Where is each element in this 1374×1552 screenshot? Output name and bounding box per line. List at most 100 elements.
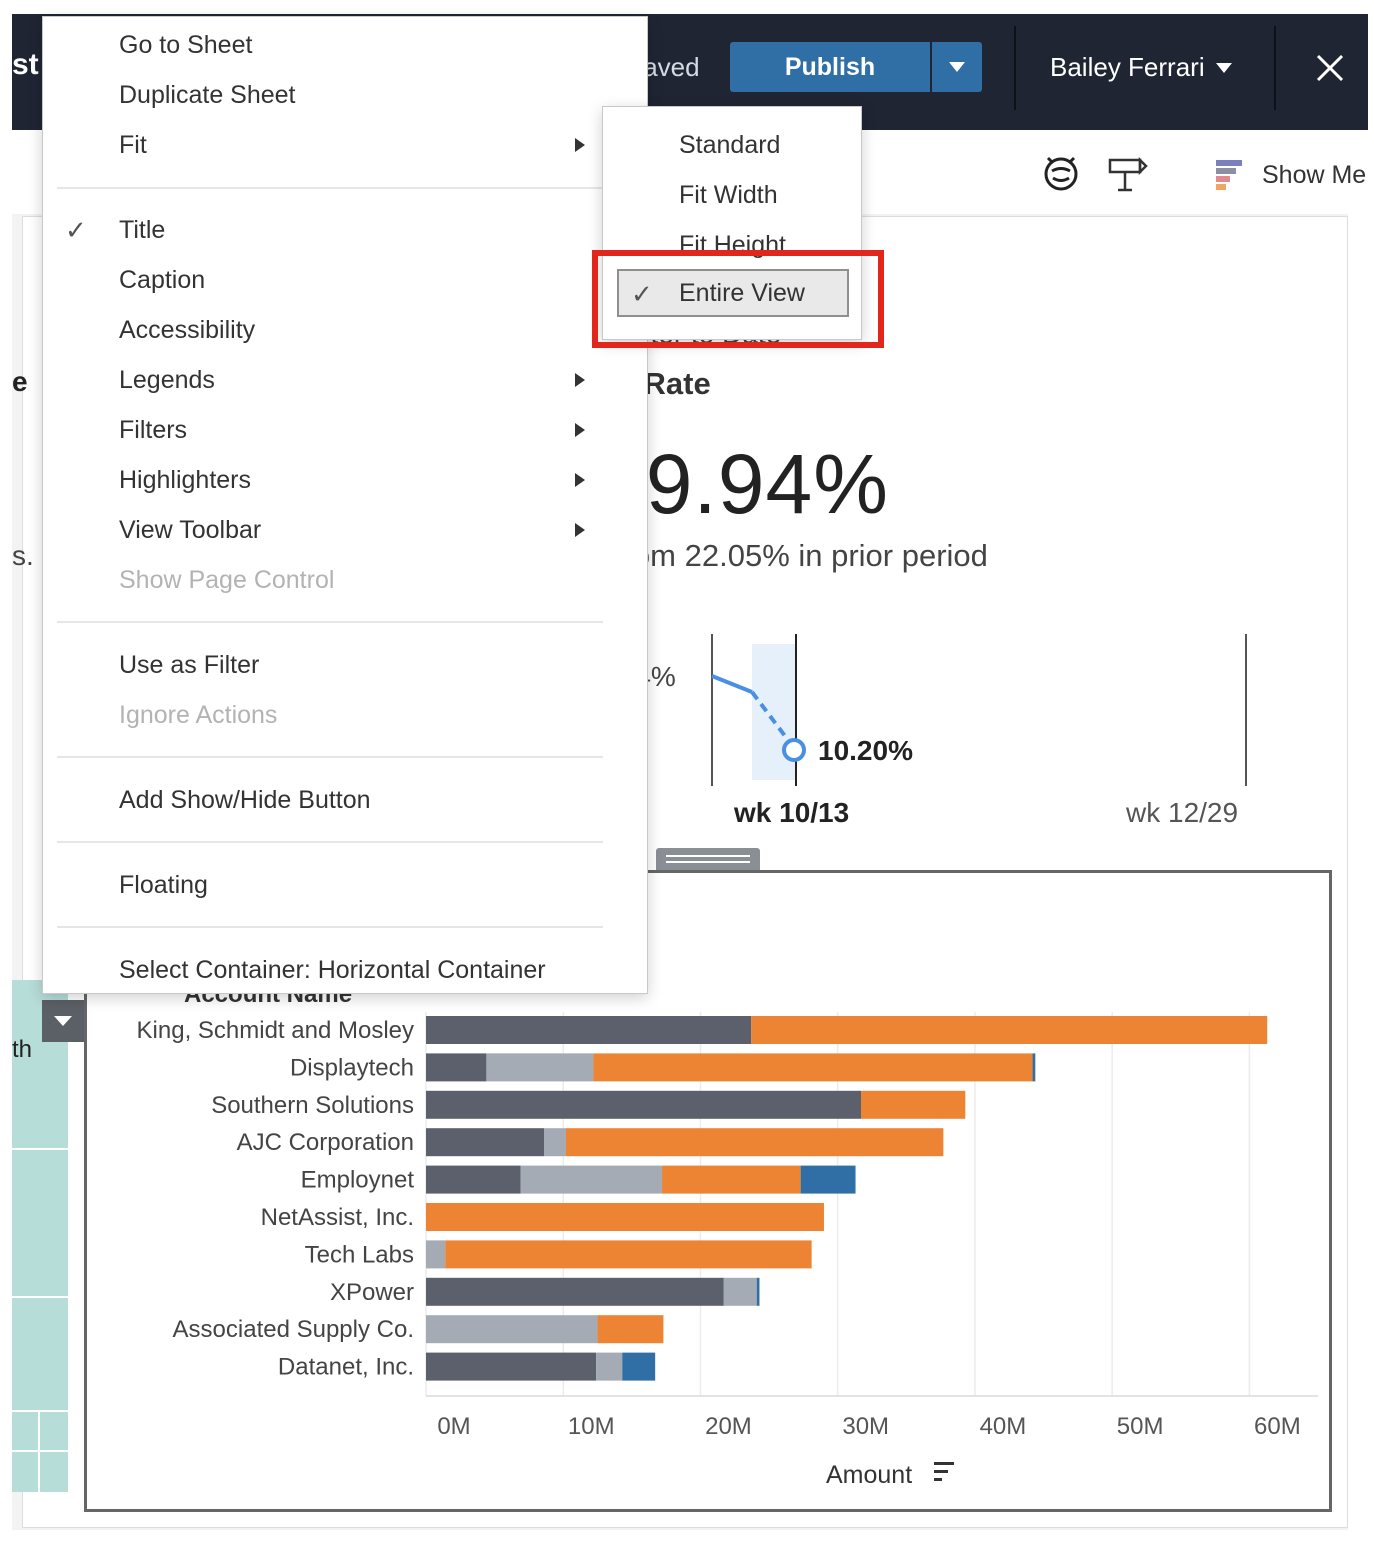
- category-label: XPower: [330, 1279, 414, 1306]
- menu-item-fit[interactable]: Fit: [119, 131, 147, 160]
- sparkline-chart: .94% 10.20% wk 10/13 wk 12/29: [612, 634, 1247, 828]
- menu-item-filters[interactable]: Filters: [119, 416, 187, 445]
- header-divider: [1014, 26, 1016, 110]
- menu-item-highlighters[interactable]: Highlighters: [119, 466, 251, 495]
- show-me-icon: [1216, 160, 1242, 190]
- dropdown-arrow-icon: [54, 1016, 72, 1026]
- chevron-down-icon: [949, 62, 965, 72]
- menu-item-duplicate-sheet[interactable]: Duplicate Sheet: [119, 81, 296, 110]
- menu-item-legends[interactable]: Legends: [119, 366, 215, 395]
- category-label: Tech Labs: [305, 1241, 414, 1268]
- x-tick-label: 0M: [437, 1413, 470, 1440]
- bar-segment[interactable]: [426, 1165, 521, 1194]
- fit-option-fit-width[interactable]: Fit Width: [679, 181, 778, 210]
- bar-segment[interactable]: [593, 1053, 1033, 1082]
- menu-item-accessibility[interactable]: Accessibility: [119, 316, 255, 345]
- bar-segment[interactable]: [426, 1277, 724, 1306]
- signpost-icon[interactable]: [1106, 152, 1148, 194]
- bar-segment[interactable]: [426, 1315, 598, 1344]
- menu-item-title[interactable]: Title: [119, 216, 165, 245]
- sparkline-point-label: 10.20%: [818, 735, 913, 766]
- menu-item-use-as-filter[interactable]: Use as Filter: [119, 651, 259, 680]
- bar-segment[interactable]: [565, 1128, 944, 1157]
- bar-segment[interactable]: [486, 1053, 594, 1082]
- caret-down-icon: [1215, 62, 1232, 73]
- left-sheet-text-fragment: s.: [12, 540, 34, 571]
- submenu-arrow-icon: [575, 473, 585, 487]
- x-axis-title: Amount: [826, 1461, 912, 1489]
- category-label: Displaytech: [290, 1054, 414, 1081]
- publish-options-button[interactable]: [932, 42, 982, 92]
- bar-segment[interactable]: [662, 1165, 801, 1194]
- menu-item-add-show-hide-button[interactable]: Add Show/Hide Button: [119, 786, 371, 815]
- bar-segment[interactable]: [426, 1016, 752, 1044]
- category-label: NetAssist, Inc.: [261, 1204, 414, 1231]
- menu-item-ignore-actions: Ignore Actions: [119, 701, 278, 729]
- bar-segment[interactable]: [426, 1240, 446, 1269]
- bar-segment[interactable]: [861, 1090, 966, 1119]
- x-tick-label: 40M: [980, 1413, 1027, 1440]
- menu-separator: [57, 756, 603, 758]
- bar-segment[interactable]: [622, 1352, 656, 1381]
- submenu-arrow-icon: [575, 423, 585, 437]
- menu-separator: [57, 621, 603, 623]
- category-label: King, Schmidt and Mosley: [137, 1017, 414, 1044]
- menu-item-show-page-control: Show Page Control: [119, 566, 335, 594]
- sparkline-point[interactable]: [782, 738, 806, 762]
- bar-segment[interactable]: [426, 1203, 824, 1231]
- category-label: Employnet: [301, 1167, 415, 1194]
- kpi-comparison: from 22.05% in prior period: [614, 538, 988, 573]
- container-drag-handle[interactable]: [656, 848, 760, 872]
- menu-separator: [57, 841, 603, 843]
- bar-segment[interactable]: [544, 1128, 566, 1157]
- sheet-context-menu: Go to Sheet Duplicate Sheet Fit ✓ Title …: [42, 16, 648, 994]
- bar-segment[interactable]: [800, 1165, 856, 1194]
- menu-separator: [57, 926, 603, 928]
- sort-icon[interactable]: [934, 1462, 954, 1481]
- left-sheet-title-fragment: e: [12, 366, 28, 397]
- menu-item-go-to-sheet[interactable]: Go to Sheet: [119, 31, 252, 60]
- account-amount-chart: Account Name King, Schmidt and MosleyDis…: [137, 981, 1318, 1489]
- submenu-arrow-icon: [575, 138, 585, 152]
- sparkline-line: [711, 674, 753, 694]
- bar-segment[interactable]: [723, 1277, 757, 1306]
- bar-segment[interactable]: [426, 1053, 487, 1082]
- category-label: Datanet, Inc.: [278, 1354, 414, 1381]
- close-icon[interactable]: [1310, 48, 1350, 88]
- show-me-button[interactable]: Show Me: [1214, 158, 1366, 192]
- left-sheet-label-fragment: th: [12, 1036, 33, 1063]
- x-label-end-week: wk 12/29: [1125, 797, 1238, 828]
- x-tick-label: 50M: [1117, 1413, 1164, 1440]
- category-label: AJC Corporation: [237, 1129, 414, 1156]
- checkmark-icon: ✓: [65, 215, 87, 245]
- menu-separator: [57, 187, 603, 189]
- menu-item-floating[interactable]: Floating: [119, 871, 208, 900]
- workbook-title-fragment: st: [12, 48, 39, 81]
- x-tick-label: 30M: [842, 1413, 889, 1440]
- annotation-highlight-box: [592, 250, 884, 348]
- pause-updates-icon[interactable]: [1040, 152, 1082, 194]
- menu-item-select-container[interactable]: Select Container: Horizontal Container: [119, 956, 546, 985]
- menu-item-caption[interactable]: Caption: [119, 266, 205, 295]
- bar-segment[interactable]: [426, 1090, 862, 1119]
- x-tick-label: 60M: [1254, 1413, 1301, 1440]
- bar-segment[interactable]: [751, 1016, 1268, 1044]
- bar-segment[interactable]: [426, 1352, 597, 1381]
- menu-item-view-toolbar[interactable]: View Toolbar: [119, 516, 261, 545]
- container-menu-button[interactable]: [42, 1000, 84, 1042]
- submenu-arrow-icon: [575, 373, 585, 387]
- bar-segment[interactable]: [445, 1240, 812, 1269]
- x-label-current-week: wk 10/13: [733, 797, 849, 828]
- x-tick-label: 20M: [705, 1413, 752, 1440]
- fit-option-standard[interactable]: Standard: [679, 131, 780, 160]
- user-menu[interactable]: Bailey Ferrari: [1050, 52, 1233, 83]
- bar-segment[interactable]: [1032, 1053, 1036, 1082]
- bar-segment[interactable]: [596, 1352, 623, 1381]
- bar-segment[interactable]: [756, 1277, 760, 1306]
- publish-button[interactable]: Publish: [730, 42, 930, 92]
- bar-segment[interactable]: [520, 1165, 663, 1194]
- submenu-arrow-icon: [575, 523, 585, 537]
- bar-segment[interactable]: [597, 1315, 664, 1344]
- x-tick-label: 10M: [568, 1413, 615, 1440]
- bar-segment[interactable]: [426, 1128, 545, 1157]
